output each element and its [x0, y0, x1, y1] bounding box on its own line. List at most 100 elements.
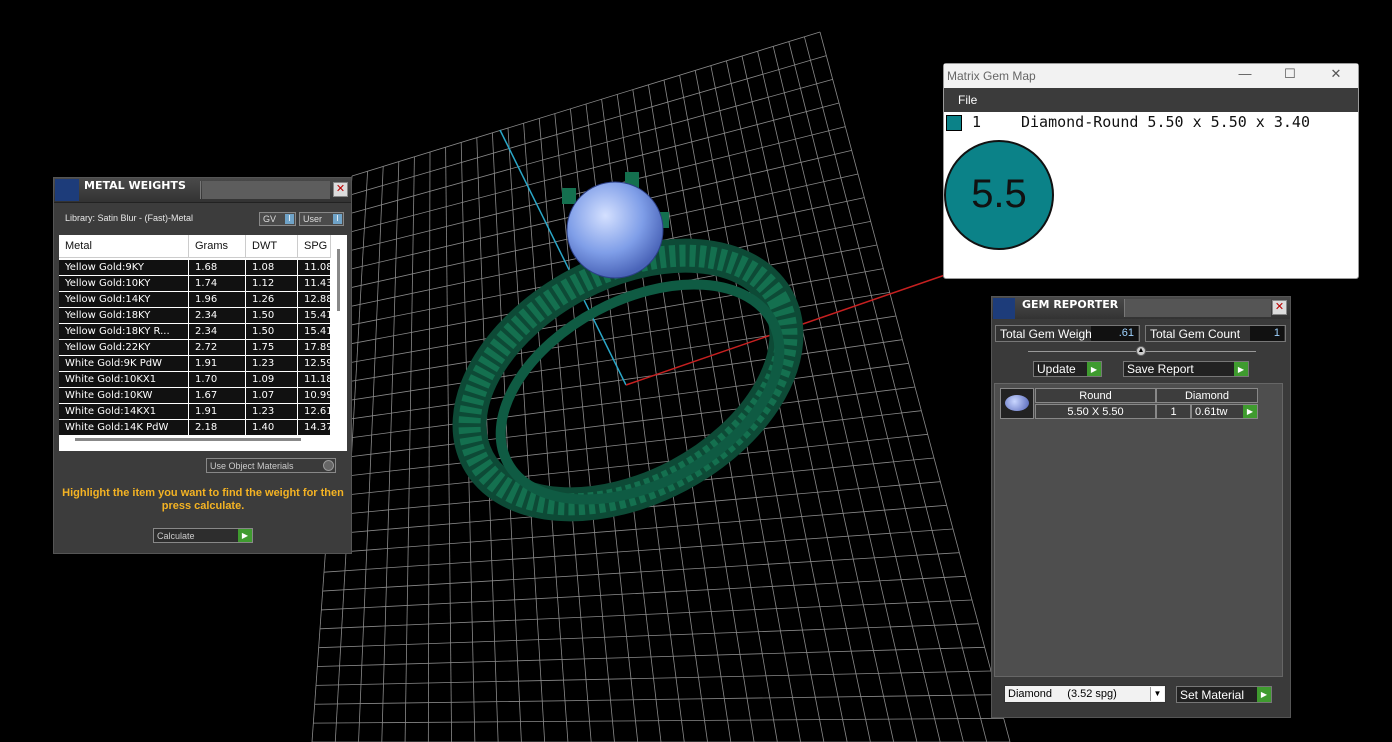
chevron-down-icon: ▼ [1150, 687, 1164, 701]
titlebar-grip[interactable] [202, 181, 330, 199]
gem-color-swatch[interactable] [946, 115, 962, 131]
grams-cell: 1.68 [189, 260, 246, 275]
gem-description: Diamond-Round 5.50 x 5.50 x 3.40 [1021, 113, 1310, 131]
horizontal-scrollbar[interactable] [75, 438, 301, 441]
metal-cell: White Gold:10KX1 [59, 372, 189, 387]
calculate-button[interactable]: Calculate ▶ [153, 528, 253, 543]
grams-cell: 1.74 [189, 276, 246, 291]
grams-cell: 1.70 [189, 372, 246, 387]
titlebar-grip[interactable] [1124, 299, 1271, 317]
grid-line [632, 89, 732, 742]
spg-cell: 11.08 [298, 260, 331, 275]
grid-line [317, 646, 985, 667]
calculate-label: Calculate [157, 531, 195, 541]
spg-cell: 12.88 [298, 292, 331, 307]
table-row[interactable]: White Gold:10KW 1.67 1.07 10.99 [59, 388, 331, 404]
table-row[interactable]: Yellow Gold:14KY 1.96 1.26 12.88 [59, 292, 331, 308]
gem-size-circle[interactable]: 5.5 [944, 140, 1054, 250]
library-label: Library: Satin Blur - (Fast)-Metal [65, 213, 194, 223]
collapse-arrow-icon[interactable]: ▲ [1136, 346, 1146, 356]
table-row[interactable]: White Gold:10KX1 1.70 1.09 11.18 [59, 372, 331, 388]
spg-cell: 15.41 [298, 308, 331, 323]
menu-file[interactable]: File [958, 93, 977, 107]
grid-line [325, 504, 947, 554]
dwt-cell: 1.26 [246, 292, 298, 307]
metal-weights-titlebar[interactable]: METAL WEIGHTS ✕ [54, 178, 351, 203]
dwt-cell: 1.07 [246, 388, 298, 403]
gem-reporter-panel: GEM REPORTER ✕ Total Gem Weight .61 Tota… [991, 296, 1291, 718]
total-gem-weight-value: .61 [1091, 326, 1138, 341]
set-material-button[interactable]: Set Material ▶ [1176, 686, 1272, 703]
table-row[interactable]: Yellow Gold:18KY R... 2.34 1.50 15.41 [59, 324, 331, 340]
metal-table: Metal Grams DWT SPG Yellow Gold:9KY 1.68 1… [59, 235, 347, 451]
gv-toggle[interactable]: GV I [259, 212, 296, 226]
save-report-button[interactable]: Save Report ▶ [1123, 361, 1249, 377]
vertical-scrollbar[interactable] [337, 249, 340, 311]
close-icon[interactable]: ✕ [1321, 66, 1351, 84]
grid-line [788, 41, 964, 742]
user-label: User [303, 214, 323, 224]
grid-line [322, 552, 960, 592]
gem-size-cell[interactable]: 5.50 X 5.50 [1035, 404, 1156, 419]
grams-cell: 2.34 [189, 324, 246, 339]
column-header-spg[interactable]: SPG [298, 235, 331, 258]
dwt-cell: 1.08 [246, 260, 298, 275]
minimize-icon[interactable]: — [1230, 66, 1260, 84]
close-icon[interactable]: ✕ [1272, 300, 1287, 315]
gem-map-titlebar[interactable]: Matrix Gem Map — ☐ ✕ [944, 64, 1358, 88]
table-row[interactable]: White Gold:14K PdW 2.18 1.40 14.37 [59, 420, 331, 436]
dwt-cell: 1.23 [246, 404, 298, 419]
column-header-grams[interactable]: Grams [189, 235, 246, 258]
metal-cell: White Gold:10KW [59, 388, 189, 403]
table-row[interactable]: Yellow Gold:10KY 1.74 1.12 11.43 [59, 276, 331, 292]
column-header-metal[interactable]: Metal [59, 235, 189, 258]
spg-cell: 11.43 [298, 276, 331, 291]
dwt-cell: 1.09 [246, 372, 298, 387]
grams-cell: 2.18 [189, 420, 246, 435]
table-row[interactable]: Yellow Gold:9KY 1.68 1.08 11.08 [59, 260, 331, 276]
metal-cell: White Gold:14KX1 [59, 404, 189, 419]
grams-cell: 2.34 [189, 308, 246, 323]
material-select-value: Diamond (3.52 spg) [1008, 688, 1117, 700]
use-object-materials-toggle[interactable]: Use Object Materials [206, 458, 336, 473]
titlebar-divider [200, 181, 201, 199]
dwt-cell: 1.12 [246, 276, 298, 291]
spg-cell: 12.61 [298, 404, 331, 419]
metal-cell: Yellow Gold:14KY [59, 292, 189, 307]
material-select[interactable]: Diamond (3.52 spg) ▼ [1004, 685, 1166, 703]
gem-count-cell[interactable]: 1 [1156, 404, 1191, 419]
table-row[interactable]: White Gold:14KX1 1.91 1.23 12.61 [59, 404, 331, 420]
table-row[interactable]: Yellow Gold:18KY 2.34 1.50 15.41 [59, 308, 331, 324]
grams-cell: 1.91 [189, 356, 246, 371]
update-button[interactable]: Update ▶ [1033, 361, 1102, 377]
metal-cell: Yellow Gold:9KY [59, 260, 189, 275]
user-toggle[interactable]: User I [299, 212, 344, 226]
table-row[interactable]: White Gold:9K PdW 1.91 1.23 12.59 [59, 356, 331, 372]
maximize-icon[interactable]: ☐ [1275, 66, 1305, 84]
play-arrow-icon: ▶ [1234, 362, 1248, 376]
grid-line [323, 528, 954, 573]
toggle-knob-icon: I [333, 214, 342, 224]
metal-cell: White Gold:14K PdW [59, 420, 189, 435]
gem-thumbnail[interactable] [1000, 388, 1034, 419]
gem-weight-cell[interactable]: 0.61tw ▶ [1191, 404, 1258, 419]
grams-cell: 1.67 [189, 388, 246, 403]
material-header: Diamond [1156, 388, 1258, 403]
gem-reporter-titlebar[interactable]: GEM REPORTER ✕ [992, 297, 1290, 319]
column-header-dwt[interactable]: DWT [246, 235, 298, 258]
metal-cell: Yellow Gold:10KY [59, 276, 189, 291]
matrix-logo-icon [55, 179, 79, 201]
instruction-text: Highlight the item you want to find the … [62, 487, 344, 512]
radio-dot-icon [323, 460, 334, 471]
grams-cell: 1.96 [189, 292, 246, 307]
gem-map-window: Matrix Gem Map — ☐ ✕ File 1 Diamond-Roun… [943, 63, 1359, 279]
table-row[interactable]: Yellow Gold:22KY 2.72 1.75 17.89 [59, 340, 331, 356]
grid-line [331, 386, 916, 460]
close-icon[interactable]: ✕ [333, 182, 348, 197]
dwt-cell: 1.75 [246, 340, 298, 355]
toggle-knob-icon: I [285, 214, 294, 224]
metal-cell: Yellow Gold:18KY [59, 308, 189, 323]
gem-stone [566, 181, 664, 279]
ring-model[interactable] [427, 172, 829, 555]
metal-cell: Yellow Gold:18KY R... [59, 324, 189, 339]
